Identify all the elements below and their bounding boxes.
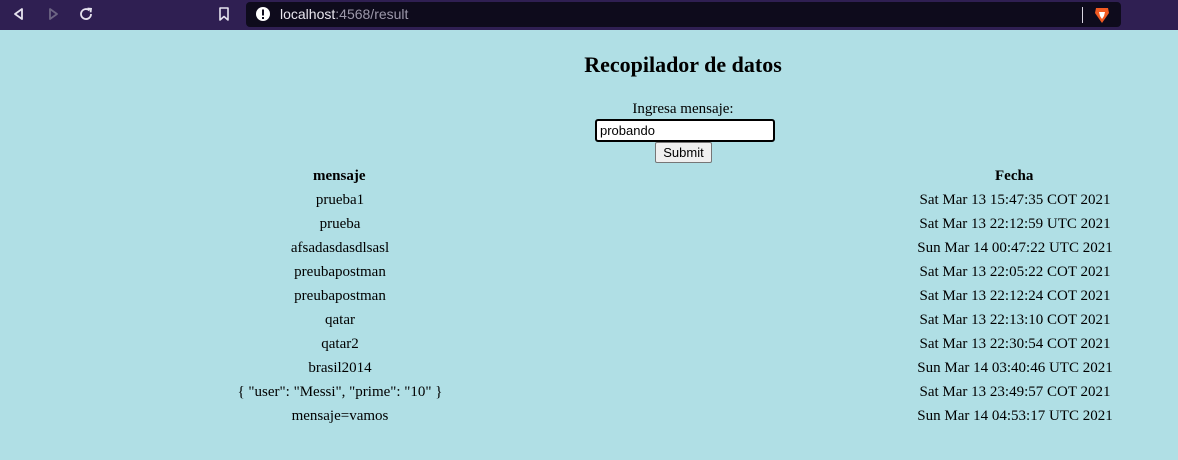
message-cell: prueba1 xyxy=(315,192,365,208)
date-cell: Sat Mar 13 22:12:59 UTC 2021 xyxy=(919,216,1111,232)
site-info-icon[interactable] xyxy=(255,6,271,22)
bookmark-icon[interactable] xyxy=(213,3,235,25)
message-input[interactable] xyxy=(595,119,775,142)
table-row: preubapostman Sat Mar 13 22:12:24 COT 202… xyxy=(0,288,1178,312)
message-cell: preubapostman xyxy=(294,264,386,280)
message-cell: mensaje=vamos xyxy=(291,408,389,424)
table-row: brasil2014 Sun Mar 14 03:40:46 UTC 2021 xyxy=(0,360,1178,384)
text-caret xyxy=(1082,7,1083,23)
message-cell: qatar2 xyxy=(321,336,359,352)
page-title: Recopilador de datos xyxy=(584,52,782,77)
browser-toolbar: localhost:4568/result xyxy=(0,0,1178,30)
table-row: qatar Sat Mar 13 22:13:10 COT 2021 xyxy=(0,312,1178,336)
date-cell: Sat Mar 13 22:05:22 COT 2021 xyxy=(919,264,1111,280)
message-cell: prueba xyxy=(319,216,361,232)
date-cell: Sat Mar 13 22:13:10 COT 2021 xyxy=(919,312,1111,328)
forward-icon[interactable] xyxy=(42,3,64,25)
date-cell: Sat Mar 13 22:12:24 COT 2021 xyxy=(919,288,1111,304)
date-cell: Sat Mar 13 23:49:57 COT 2021 xyxy=(919,384,1111,400)
table-row: afsadasdasdlsasl Sun Mar 14 00:47:22 UTC … xyxy=(0,240,1178,264)
table-row: prueba Sat Mar 13 22:12:59 UTC 2021 xyxy=(0,216,1178,240)
table-row: prueba1 Sat Mar 13 15:47:35 COT 2021 xyxy=(0,192,1178,216)
address-bar[interactable]: localhost:4568/result xyxy=(246,2,1121,27)
column-header-message: mensaje xyxy=(313,168,366,184)
brave-shield-icon[interactable] xyxy=(1092,5,1112,25)
date-cell: Sun Mar 14 00:47:22 UTC 2021 xyxy=(917,240,1113,256)
message-cell: preubapostman xyxy=(294,288,386,304)
date-cell: Sun Mar 14 04:53:17 UTC 2021 xyxy=(917,408,1113,424)
date-cell: Sat Mar 13 22:30:54 COT 2021 xyxy=(919,336,1111,352)
table-row: { "user": "Messi", "prime": "10" } Sat Ma… xyxy=(0,384,1178,408)
table-row: preubapostman Sat Mar 13 22:05:22 COT 202… xyxy=(0,264,1178,288)
date-cell: Sun Mar 14 03:40:46 UTC 2021 xyxy=(917,360,1113,376)
date-cell: Sat Mar 13 15:47:35 COT 2021 xyxy=(919,192,1111,208)
message-cell: brasil2014 xyxy=(308,360,372,376)
message-cell: { "user": "Messi", "prime": "10" } xyxy=(237,384,443,400)
message-cell: afsadasdasdlsasl xyxy=(290,240,390,256)
message-cell: qatar xyxy=(325,312,355,328)
table-row: qatar2 Sat Mar 13 22:30:54 COT 2021 xyxy=(0,336,1178,360)
back-icon[interactable] xyxy=(8,3,30,25)
url-host: localhost xyxy=(280,6,336,22)
message-label: Ingresa mensaje: xyxy=(632,101,734,117)
url-text: localhost:4568/result xyxy=(280,6,408,22)
reload-icon[interactable] xyxy=(75,3,97,25)
messages-table: prueba1 Sat Mar 13 15:47:35 COT 2021 prue… xyxy=(0,192,1178,432)
table-row: mensaje=vamos Sun Mar 14 04:53:17 UTC 202… xyxy=(0,408,1178,432)
url-path: :4568/result xyxy=(335,6,409,22)
submit-button[interactable]: Submit xyxy=(655,142,712,163)
column-header-date: Fecha xyxy=(995,168,1034,184)
